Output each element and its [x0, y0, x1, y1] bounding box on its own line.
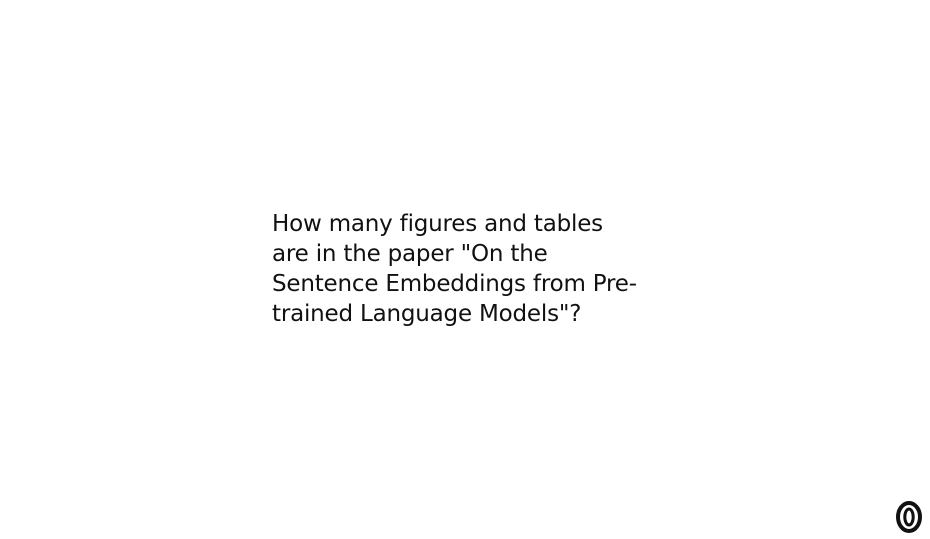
- question-line-4: trained Language Models"?: [272, 301, 582, 327]
- question-line-3: Sentence Embeddings from Pre-: [272, 271, 637, 297]
- question-text: How many figures and tables are in the p…: [272, 209, 692, 329]
- question-line-1: How many figures and tables: [272, 211, 603, 237]
- stylized-zero-logo-icon: [896, 501, 922, 533]
- question-line-2: are in the paper "On the: [272, 241, 548, 267]
